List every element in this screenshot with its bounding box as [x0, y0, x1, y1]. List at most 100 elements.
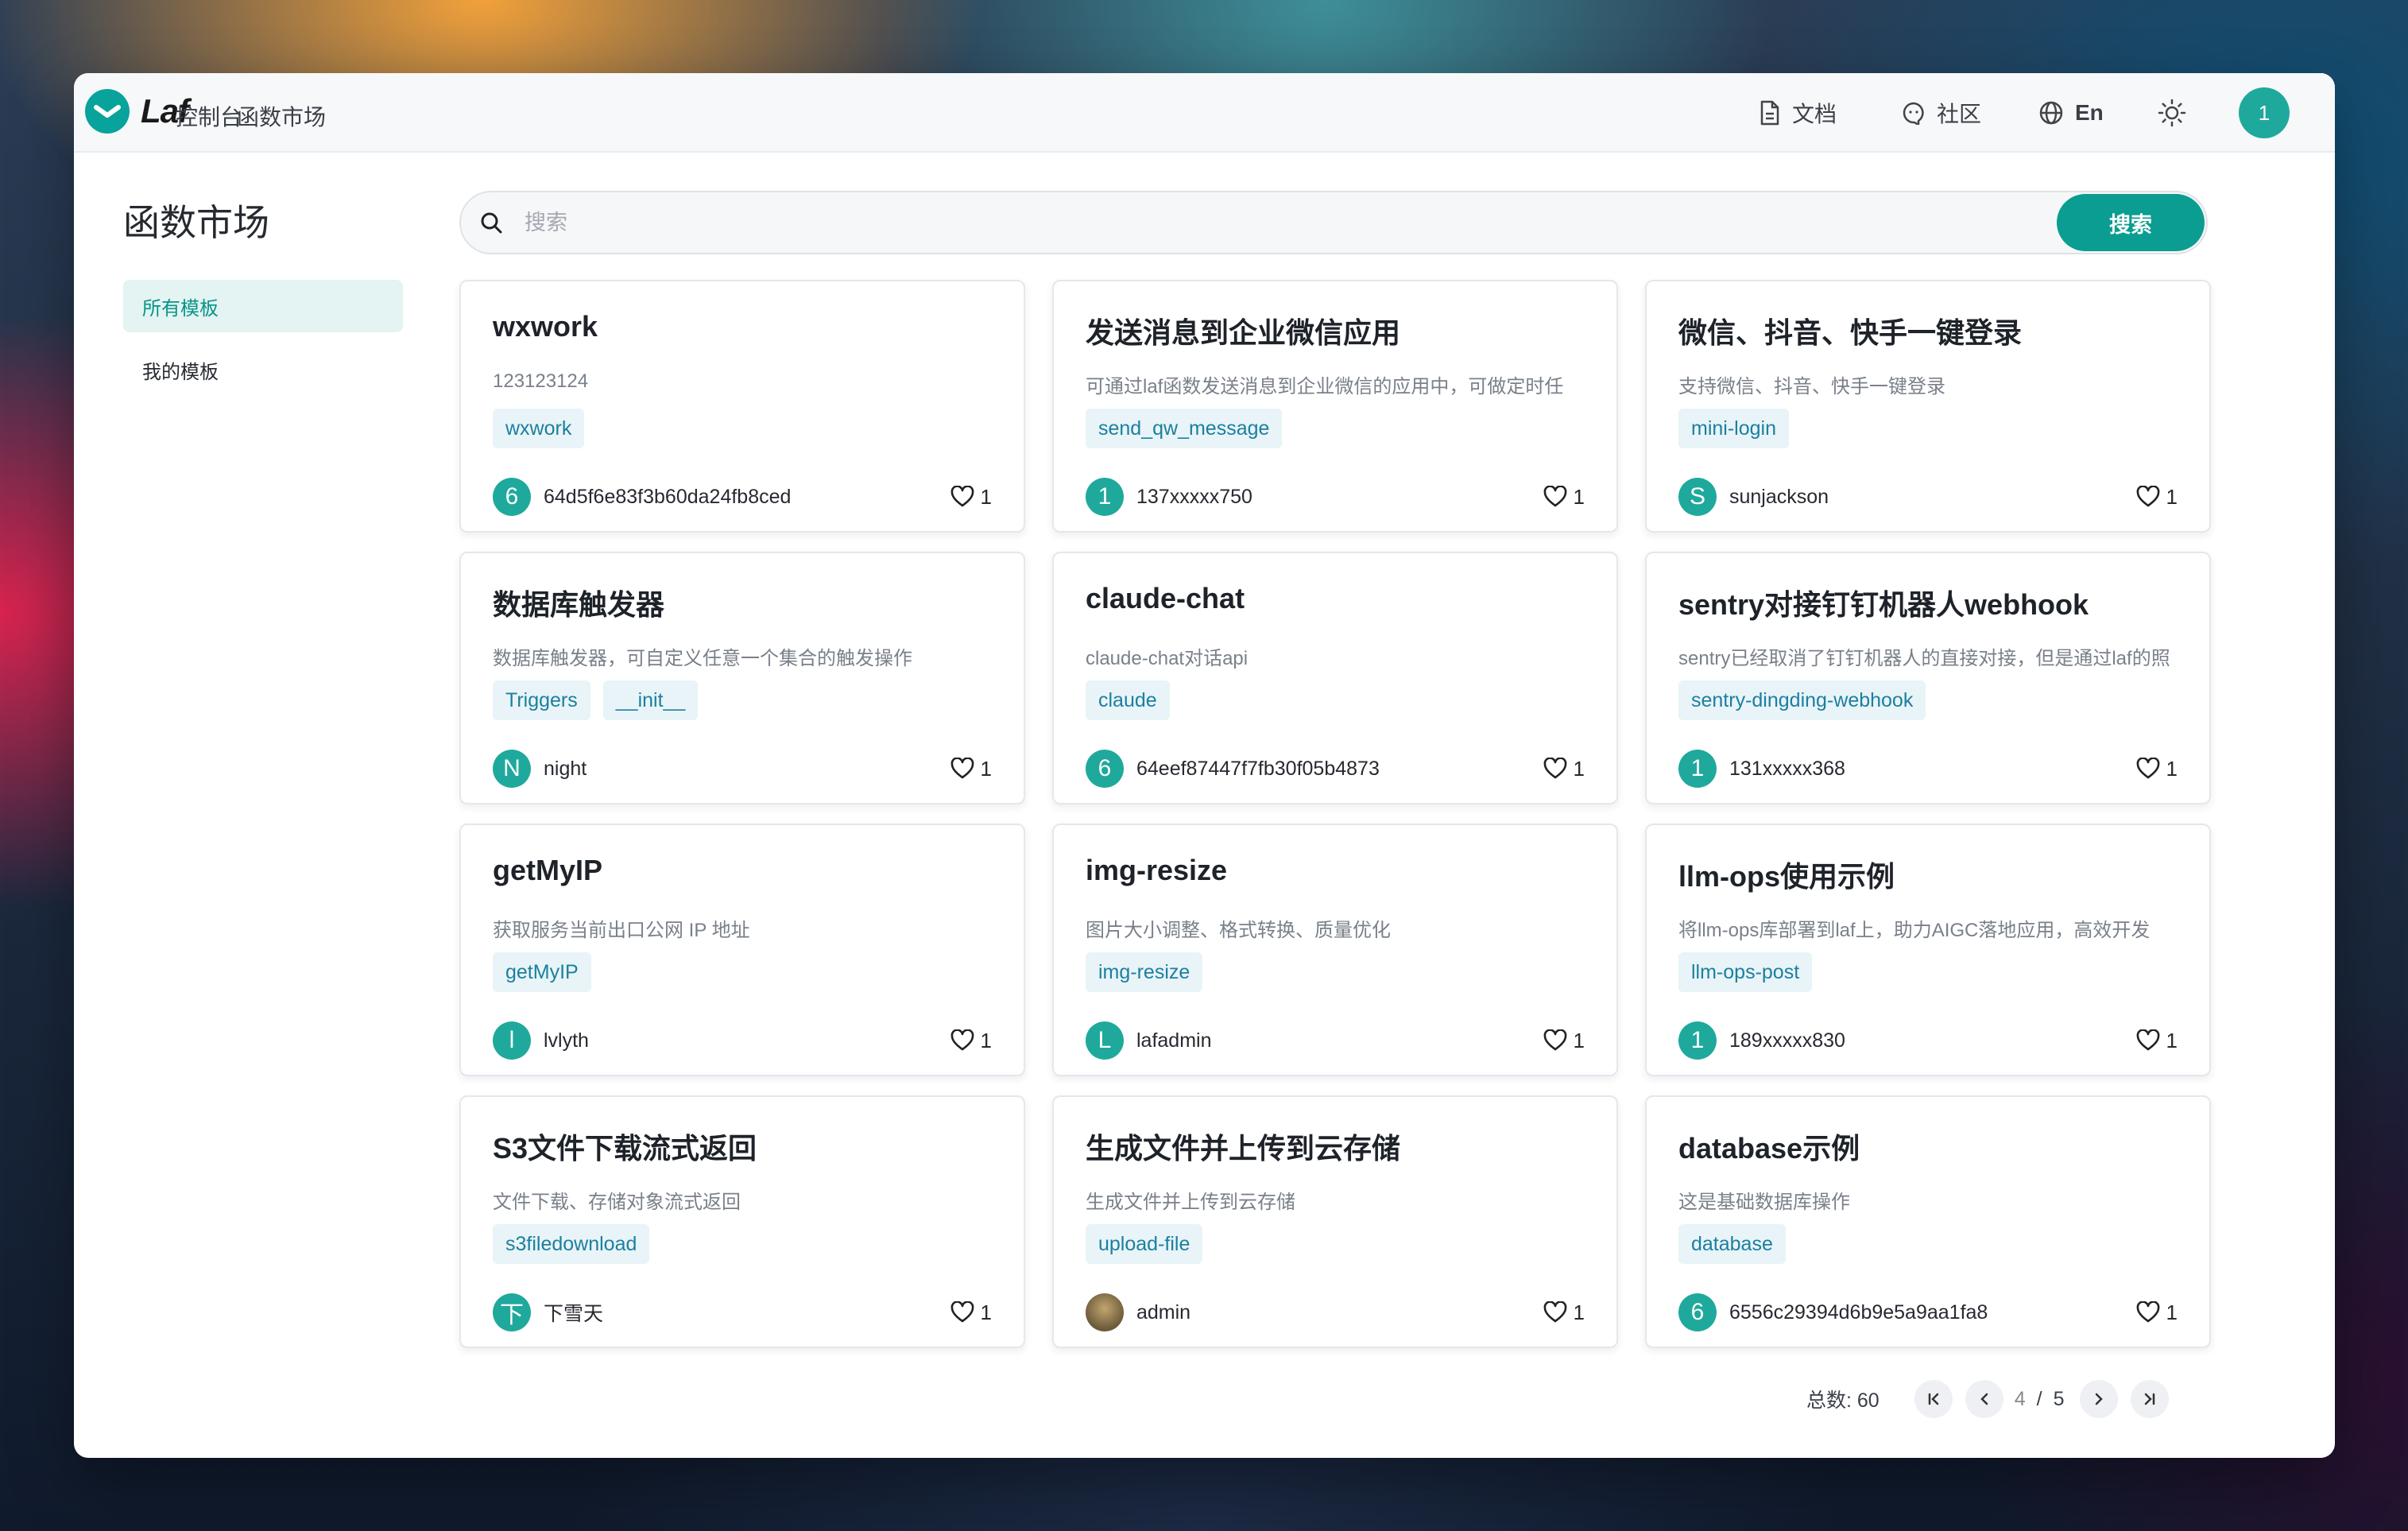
- author-name[interactable]: lvlyth: [544, 1029, 589, 1052]
- template-tag[interactable]: send_qw_message: [1086, 409, 1283, 448]
- like-button[interactable]: 1: [950, 1300, 992, 1325]
- card-tags: s3filedownload: [493, 1224, 662, 1264]
- like-button[interactable]: 1: [1543, 1300, 1585, 1325]
- search-input[interactable]: [525, 205, 2034, 240]
- template-card[interactable]: sentry对接钉钉机器人webhook sentry已经取消了钉钉机器人的直接对…: [1645, 552, 2211, 804]
- author-avatar[interactable]: 6: [1678, 1293, 1717, 1331]
- author-avatar[interactable]: 6: [493, 478, 531, 516]
- card-footer: 6 64eef87447f7fb30f05b4873 1: [1086, 749, 1585, 789]
- template-card[interactable]: claude-chat claude-chat对话api claude 6 64eef8…: [1052, 552, 1618, 804]
- last-page-button[interactable]: [2131, 1380, 2170, 1418]
- template-tag[interactable]: database: [1678, 1224, 1786, 1264]
- card-footer: 1 131xxxxx368 1: [1678, 749, 2178, 789]
- total-count: 总数: 60: [1806, 1390, 1880, 1412]
- card-tags: wxwork: [493, 409, 597, 448]
- author-name[interactable]: 下雪天: [544, 1298, 603, 1327]
- template-card[interactable]: wxwork 123123124 wxwork 6 64d5f6e83f3b60da24…: [459, 280, 1025, 533]
- author-name[interactable]: lafadmin: [1136, 1029, 1212, 1052]
- template-tag[interactable]: wxwork: [493, 409, 585, 448]
- author-name[interactable]: 131xxxxx368: [1729, 758, 1845, 781]
- author-avatar[interactable]: l: [493, 1021, 531, 1060]
- template-card[interactable]: llm-ops使用示例 将llm-ops库部署到laf上，助力AIGC落地应用，高…: [1645, 824, 2211, 1076]
- author-avatar[interactable]: 1: [1678, 750, 1717, 788]
- chat-bubble-icon: [1903, 102, 1924, 125]
- page-separator: /: [2036, 1387, 2042, 1410]
- next-page-button[interactable]: [2080, 1380, 2119, 1418]
- template-card[interactable]: 微信、抖音、快手一键登录 支持微信、抖音、快手一键登录 mini-login Ssun…: [1645, 280, 2211, 533]
- template-tag[interactable]: img-resize: [1086, 952, 1203, 992]
- template-tag[interactable]: upload-file: [1086, 1224, 1203, 1264]
- author-name[interactable]: night: [544, 758, 587, 781]
- author-avatar[interactable]: 下: [493, 1293, 531, 1331]
- template-tag[interactable]: sentry-dingding-webhook: [1678, 680, 1926, 720]
- like-button[interactable]: 1: [950, 485, 992, 510]
- heart-icon: [1543, 1029, 1566, 1051]
- community-link[interactable]: 社区: [1902, 73, 1981, 153]
- author-name[interactable]: sunjackson: [1729, 486, 1829, 509]
- template-tag[interactable]: claude: [1086, 680, 1170, 720]
- nav-function-market[interactable]: 函数市场: [237, 100, 326, 132]
- template-tag[interactable]: Triggers: [493, 680, 590, 720]
- like-count: 1: [1573, 1028, 1585, 1052]
- heart-icon: [2136, 1029, 2159, 1051]
- author-name[interactable]: 64eef87447f7fb30f05b4873: [1136, 758, 1380, 781]
- sidebar-item-all-templates[interactable]: 所有模板: [123, 280, 403, 332]
- author-avatar[interactable]: N: [493, 750, 531, 788]
- template-tag[interactable]: getMyIP: [493, 952, 591, 992]
- like-button[interactable]: 1: [2136, 485, 2178, 510]
- sidebar-item-my-templates[interactable]: 我的模板: [123, 343, 403, 396]
- theme-toggle[interactable]: [2158, 73, 2197, 153]
- author-name[interactable]: 6556c29394d6b9e5a9aa1fa8: [1729, 1301, 1988, 1324]
- like-button[interactable]: 1: [2136, 1300, 2178, 1325]
- like-button[interactable]: 1: [1543, 1029, 1585, 1053]
- author-avatar[interactable]: 1: [1086, 478, 1124, 516]
- like-button[interactable]: 1: [1543, 485, 1585, 510]
- language-switch[interactable]: En: [2038, 73, 2104, 153]
- card-description: 文件下载、存储对象流式返回: [493, 1192, 741, 1213]
- search-button[interactable]: 搜索: [2057, 194, 2205, 251]
- like-count: 1: [980, 484, 992, 509]
- template-card[interactable]: 数据库触发器 数据库触发器，可自定义任意一个集合的触发操作 Triggers __in…: [459, 552, 1025, 804]
- template-card[interactable]: 发送消息到企业微信应用 可通过laf函数发送消息到企业微信的应用中，可做定时任 se…: [1052, 280, 1618, 533]
- template-tag[interactable]: s3filedownload: [493, 1224, 650, 1264]
- laf-logo[interactable]: Laf: [85, 89, 189, 134]
- template-grid: wxwork 123123124 wxwork 6 64d5f6e83f3b60da24…: [459, 280, 2211, 1348]
- card-description: 这是基础数据库操作: [1678, 1192, 1850, 1213]
- template-card[interactable]: img-resize 图片大小调整、格式转换、质量优化 img-resize Llaf…: [1052, 824, 1618, 1076]
- like-button[interactable]: 1: [950, 1029, 992, 1053]
- first-page-button[interactable]: [1914, 1380, 1953, 1418]
- prev-page-button[interactable]: [1965, 1380, 2003, 1418]
- template-card[interactable]: 生成文件并上传到云存储 生成文件并上传到云存储 upload-file admin 1: [1052, 1095, 1618, 1348]
- template-card[interactable]: database示例 这是基础数据库操作 database 6 6556c29394d6…: [1645, 1095, 2211, 1348]
- author-avatar[interactable]: [1086, 1293, 1124, 1331]
- author-avatar[interactable]: L: [1086, 1021, 1124, 1060]
- like-button[interactable]: 1: [2136, 1029, 2178, 1053]
- card-description: 生成文件并上传到云存储: [1086, 1192, 1295, 1213]
- template-card[interactable]: S3文件下载流式返回 文件下载、存储对象流式返回 s3filedownload 下下雪…: [459, 1095, 1025, 1348]
- template-tag[interactable]: llm-ops-post: [1678, 952, 1813, 992]
- nav-console[interactable]: 控制台: [176, 100, 242, 132]
- card-footer: 下下雪天 1: [493, 1293, 992, 1332]
- card-footer: 6 6556c29394d6b9e5a9aa1fa8 1: [1678, 1293, 2178, 1332]
- author-avatar[interactable]: 6: [1086, 750, 1124, 788]
- author-name[interactable]: 189xxxxx830: [1729, 1029, 1845, 1052]
- like-button[interactable]: 1: [950, 757, 992, 781]
- like-count: 1: [2166, 484, 2178, 509]
- like-button[interactable]: 1: [2136, 757, 2178, 781]
- author-avatar[interactable]: S: [1678, 478, 1717, 516]
- user-avatar[interactable]: 1: [2239, 87, 2290, 138]
- like-button[interactable]: 1: [1543, 757, 1585, 781]
- author-name[interactable]: 64d5f6e83f3b60da24fb8ced: [544, 486, 791, 509]
- author-name[interactable]: admin: [1136, 1301, 1190, 1324]
- globe-icon: [2039, 101, 2063, 125]
- author-avatar[interactable]: 1: [1678, 1021, 1717, 1060]
- template-tag[interactable]: __init__: [602, 680, 699, 720]
- card-description: 获取服务当前出口公网 IP 地址: [493, 920, 750, 941]
- card-tags: database: [1678, 1224, 1798, 1264]
- card-title: 数据库触发器: [493, 588, 665, 621]
- card-tags: send_qw_message: [1086, 409, 1295, 448]
- author-name[interactable]: 137xxxxx750: [1136, 486, 1252, 509]
- docs-link[interactable]: 文档: [1759, 73, 1837, 153]
- template-tag[interactable]: mini-login: [1678, 409, 1789, 448]
- template-card[interactable]: getMyIP 获取服务当前出口公网 IP 地址 getMyIP l lvlyth 1: [459, 824, 1025, 1076]
